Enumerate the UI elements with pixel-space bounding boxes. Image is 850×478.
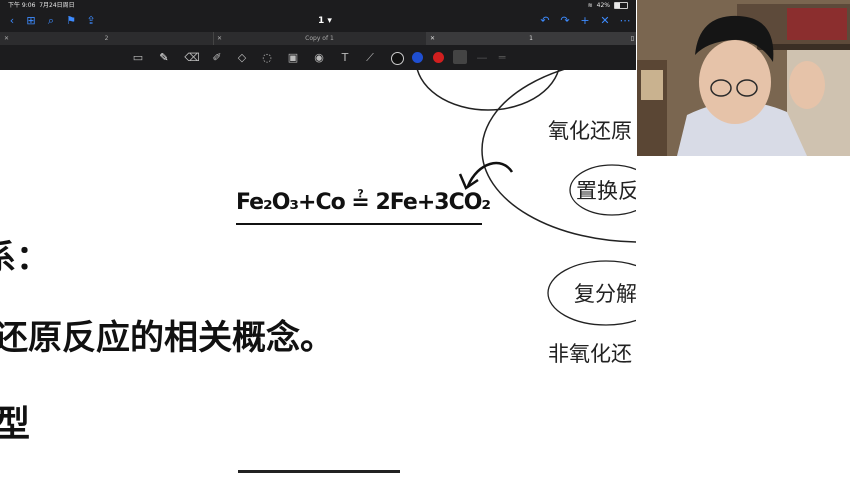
split-view-icon[interactable]: ▯ — [631, 32, 634, 45]
label-displacement: 置换反 — [576, 179, 636, 203]
drawing-toolbar: ▭ ✎ ⌫ ✐ ◇ ◌ ▣ ◉ T ⟋ — ═ — [0, 45, 636, 70]
battery-percent: 42% — [596, 2, 610, 9]
color-swatch-gray[interactable] — [453, 50, 467, 64]
handwritten-equation: Fe₂O₃+Co ≟ 2Fe+3CO₂ — [236, 190, 491, 215]
ellipse-top — [416, 70, 560, 111]
grid-icon[interactable]: ⊞ — [24, 14, 38, 28]
shapes-icon[interactable]: ◇ — [234, 50, 250, 66]
color-swatch-blue[interactable] — [412, 52, 423, 63]
stroke-thin-icon[interactable]: — — [474, 50, 490, 66]
goodnotes-app: 下午 9:06 7月24日周日 ≋ 42% ‹ ⊞ ⌕ ⚑ ⇪ 1 ▾ ↶ ↷ … — [0, 0, 636, 478]
lasso-icon[interactable]: ◌ — [259, 50, 275, 66]
webcam-scene — [637, 0, 850, 156]
highlighter-icon[interactable]: ✐ — [209, 50, 225, 66]
label-non-redox: 非氧化还 — [548, 342, 632, 366]
nav-bar: ‹ ⊞ ⌕ ⚑ ⇪ 1 ▾ ↶ ↷ + ✕ ⋯ — [0, 11, 636, 32]
tab-copy-of-1[interactable]: ✕ Copy of 1 — [213, 32, 427, 45]
pen-icon[interactable]: ✎ — [156, 50, 172, 66]
label-redox: 氧化还原 — [548, 119, 632, 143]
laser-icon[interactable]: ⟋ — [362, 50, 378, 66]
eraser-icon[interactable]: ⌫ — [184, 50, 200, 66]
ellipse-large — [481, 70, 636, 243]
undo-icon[interactable]: ↶ — [538, 14, 552, 28]
close-icon[interactable]: ✕ — [598, 14, 612, 28]
color-swatch-red[interactable] — [433, 52, 444, 63]
status-right: ≋ 42% — [588, 0, 628, 11]
scroll-indicator[interactable] — [238, 470, 400, 473]
heading-line-2: 还原反应的相关概念。 — [0, 318, 334, 358]
bookmark-icon[interactable]: ⚑ — [64, 14, 78, 28]
status-bar: 下午 9:06 7月24日周日 ≋ 42% — [0, 0, 636, 11]
status-time: 下午 9:06 7月24日周日 — [8, 2, 75, 9]
color-swatch-black[interactable] — [391, 52, 404, 65]
stroke-medium-icon[interactable]: ═ — [494, 50, 510, 66]
tab-2[interactable]: ✕ 2 — [0, 32, 214, 45]
webcam-overlay — [637, 0, 850, 156]
document-title[interactable]: 1 ▾ — [300, 14, 350, 28]
back-icon[interactable]: ‹ — [5, 14, 19, 28]
handwriting-layer — [236, 70, 636, 473]
wifi-icon: ≋ — [587, 2, 593, 9]
image-icon[interactable]: ▣ — [285, 50, 301, 66]
battery-fill — [615, 3, 621, 8]
share-icon[interactable]: ⇪ — [84, 14, 98, 28]
redo-icon[interactable]: ↷ — [558, 14, 572, 28]
text-icon[interactable]: T — [337, 50, 353, 66]
search-icon[interactable]: ⌕ — [44, 14, 58, 28]
label-double-decomp: 复分解 — [574, 282, 636, 306]
reader-icon[interactable]: ▭ — [130, 50, 146, 66]
tab-bar: ✕ 2 ✕ Copy of 1 ✕ 1 ▯ — [0, 32, 636, 45]
tab-1[interactable]: ✕ 1 ▯ — [426, 32, 636, 45]
right-blank-panel — [637, 156, 850, 478]
heading-line-3: 型 — [0, 403, 31, 445]
battery-icon — [614, 2, 628, 9]
note-canvas[interactable]: Fe₂O₃+Co ≟ 2Fe+3CO₂ 系： 还原反应的相关概念。 型 氧化还原… — [0, 70, 636, 478]
heading-line-1: 系： — [0, 238, 50, 278]
add-page-icon[interactable]: + — [578, 14, 592, 28]
camera-icon[interactable]: ◉ — [311, 50, 327, 66]
more-icon[interactable]: ⋯ — [618, 14, 632, 28]
